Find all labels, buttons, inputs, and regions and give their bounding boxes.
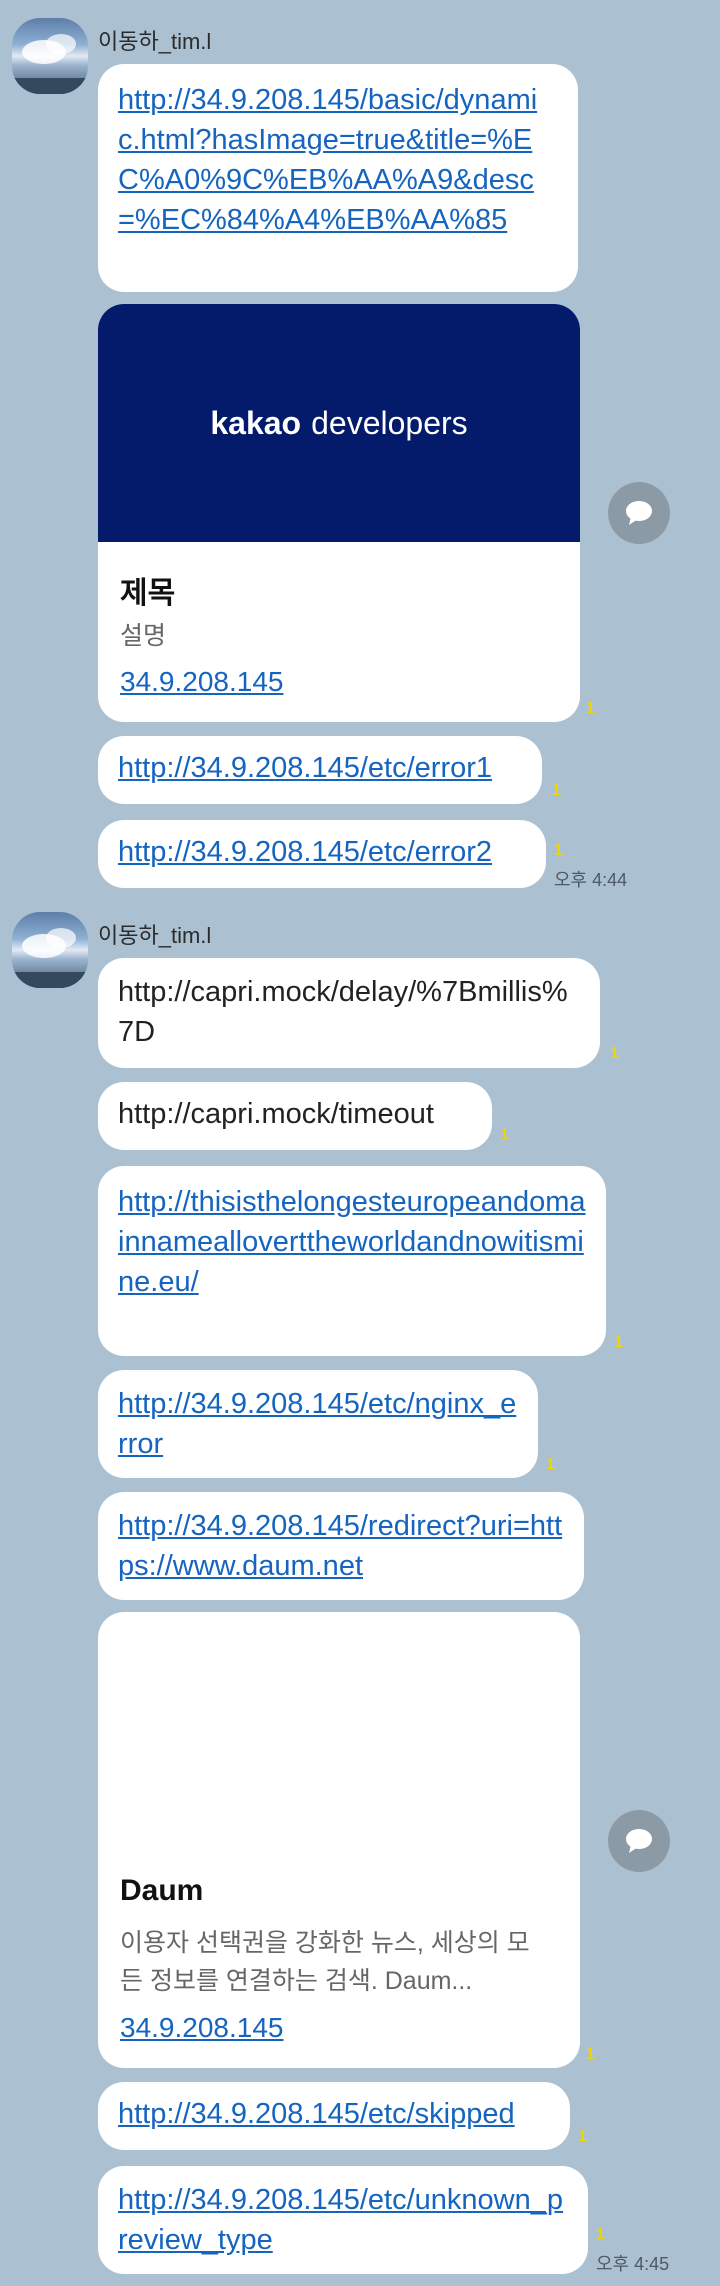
preview-domain-link[interactable]: 34.9.208.145 bbox=[120, 2012, 284, 2044]
message-timestamp: 오후 4:44 bbox=[554, 870, 628, 890]
sender-name: 이동하_tim.l bbox=[98, 923, 212, 948]
message-link-long-domain[interactable]: http://thisisthelongesteuropeandomainnam… bbox=[98, 1166, 606, 1356]
unread-count: 1 bbox=[586, 2046, 595, 2063]
message-link-basic-dynamic[interactable]: http://34.9.208.145/basic/dynamic.html?h… bbox=[98, 64, 578, 292]
unread-count: 1 bbox=[578, 2128, 587, 2145]
preview-domain-link[interactable]: 34.9.208.145 bbox=[120, 666, 284, 698]
unread-count: 1 bbox=[614, 1334, 623, 1351]
unread-count: 1 bbox=[610, 1045, 619, 1062]
message-timestamp: 오후 4:45 bbox=[596, 2254, 670, 2274]
unread-count: 1 bbox=[586, 700, 595, 717]
sender-avatar[interactable] bbox=[12, 912, 88, 988]
sender-name: 이동하_tim.l bbox=[98, 29, 212, 54]
unread-count: 1 bbox=[554, 842, 563, 859]
share-button[interactable] bbox=[608, 482, 670, 544]
preview-description: 설명 bbox=[120, 622, 167, 650]
preview-description: 이용자 선택권을 강화한 뉴스, 세상의 모든 정보를 연결하는 검색. Dau… bbox=[120, 1929, 530, 1995]
unread-count: 1 bbox=[552, 782, 561, 799]
preview-image-kakao-developers: kakao developers bbox=[98, 304, 580, 542]
message-link-nginx-error[interactable]: http://34.9.208.145/etc/nginx_error bbox=[98, 1370, 538, 1478]
sender-avatar[interactable] bbox=[12, 18, 88, 94]
share-button[interactable] bbox=[608, 1810, 670, 1872]
message-link-unknown-preview[interactable]: http://34.9.208.145/etc/unknown_preview_… bbox=[98, 2166, 588, 2274]
message-link-redirect[interactable]: http://34.9.208.145/redirect?uri=https:/… bbox=[98, 1492, 584, 1600]
speech-bubble-icon bbox=[626, 1829, 652, 1853]
preview-title: 제목 bbox=[120, 577, 176, 610]
message-link-error1[interactable]: http://34.9.208.145/etc/error1 bbox=[98, 736, 542, 804]
link-preview-card-kakao[interactable]: kakao developers 제목 설명 34.9.208.145 bbox=[98, 304, 580, 722]
unread-count: 1 bbox=[546, 1456, 555, 1473]
message-text-delay: http://capri.mock/delay/%7Bmillis%7D bbox=[98, 958, 600, 1068]
preview-title: Daum bbox=[120, 1874, 204, 1907]
unread-count: 1 bbox=[500, 1127, 509, 1144]
unread-count: 1 bbox=[596, 2226, 605, 2243]
link-preview-card-daum[interactable]: Daum 이용자 선택권을 강화한 뉴스, 세상의 모든 정보를 연결하는 검색… bbox=[98, 1612, 580, 2068]
message-link-skipped[interactable]: http://34.9.208.145/etc/skipped bbox=[98, 2082, 570, 2150]
message-text-timeout: http://capri.mock/timeout bbox=[98, 1082, 492, 1150]
banner-logo-light: developers bbox=[311, 404, 468, 441]
speech-bubble-icon bbox=[626, 501, 652, 525]
message-link-error2[interactable]: http://34.9.208.145/etc/error2 bbox=[98, 820, 546, 888]
banner-logo-bold: kakao bbox=[210, 404, 302, 441]
